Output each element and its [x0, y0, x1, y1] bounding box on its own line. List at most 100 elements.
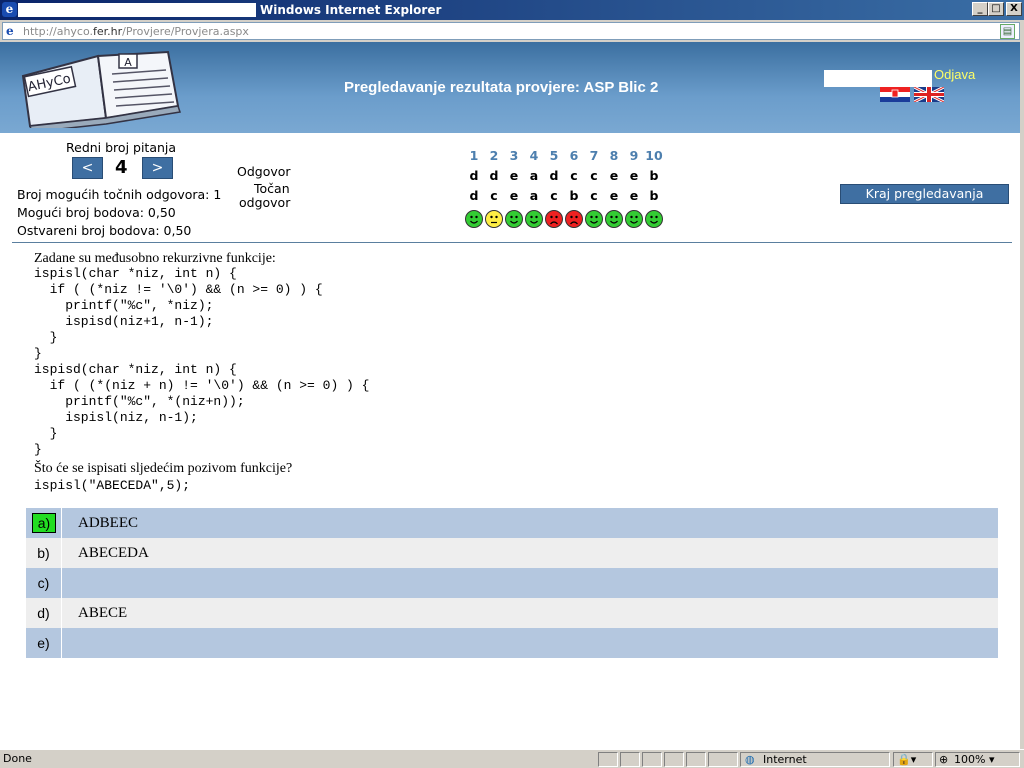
correct-smiley-icon: [605, 210, 623, 228]
answer-option: a) ADBEEC: [26, 508, 998, 538]
question-intro: Zadane su međusobno rekurzivne funkcije:: [34, 251, 276, 266]
answer-option: d) ABECE: [26, 598, 998, 628]
zoom-control[interactable]: ⊕ 100% ▾: [935, 752, 1020, 767]
result-number[interactable]: 7: [584, 148, 604, 163]
correct-smiley-icon: [585, 210, 603, 228]
correct-answer: e: [509, 188, 519, 203]
book-logo-icon: A AHyCo: [21, 50, 181, 128]
correct-row-label-1: Točan: [254, 181, 290, 196]
code-line: printf("%c", *niz);: [34, 298, 214, 313]
wrong-smiley-icon: [565, 210, 583, 228]
answer-option: c): [26, 568, 998, 598]
function-call: ispisl("ABECEDA",5);: [34, 478, 191, 493]
divider: [12, 242, 1012, 243]
given-answer: d: [469, 168, 479, 183]
end-review-button[interactable]: Kraj pregledavanja: [840, 184, 1009, 204]
question-body: Zadane su međusobno rekurzivne funkcije:…: [34, 250, 369, 494]
window-title: Windows Internet Explorer: [260, 3, 442, 17]
result-number[interactable]: 10: [644, 148, 664, 163]
correct-answer: c: [590, 188, 598, 203]
answer-letter: b): [26, 538, 62, 568]
correct-row-label-2: odgovor: [239, 195, 291, 210]
compat-view-icon[interactable]: ▤: [1000, 24, 1015, 39]
correct-answer: b: [649, 188, 659, 203]
url-text: http://ahyco.fer.hr/Provjere/Provjera.as…: [23, 25, 249, 38]
result-number[interactable]: 1: [464, 148, 484, 163]
status-pane: [708, 752, 738, 767]
correct-smiley-icon: [525, 210, 543, 228]
code-line: }: [34, 330, 58, 345]
code-line: ispisl(niz, n-1);: [34, 410, 198, 425]
current-question-number: 4: [115, 157, 128, 178]
code-line: printf("%c", *(niz+n));: [34, 394, 245, 409]
correct-smiley-icon: [645, 210, 663, 228]
correct-answer: c: [550, 188, 558, 203]
code-line: if ( (*niz != '\0') && (n >= 0) ) {: [34, 282, 323, 297]
answer-text: ABECE: [78, 605, 128, 621]
close-button[interactable]: X: [1006, 2, 1022, 16]
possible-correct-answers: Broj mogućih točnih odgovora: 1: [17, 187, 222, 202]
result-number[interactable]: 2: [484, 148, 504, 163]
uk-flag-icon[interactable]: [914, 87, 944, 102]
question-prompt: Što će se ispisati sljedećim pozivom fun…: [34, 461, 293, 476]
code-line: }: [34, 346, 42, 361]
result-number[interactable]: 3: [504, 148, 524, 163]
answer-text: ABECEDA: [78, 545, 149, 561]
correct-smiley-icon: [505, 210, 523, 228]
given-answer: e: [609, 168, 619, 183]
answer-text: ADBEEC: [78, 515, 138, 531]
page-title: Pregledavanje rezultata provjere: ASP Bl…: [344, 79, 659, 96]
given-answer: c: [570, 168, 578, 183]
selected-answer-marker: a): [32, 513, 56, 533]
question-number-label: Redni broj pitanja: [66, 140, 177, 155]
minimize-button[interactable]: _: [972, 2, 988, 16]
result-number[interactable]: 9: [624, 148, 644, 163]
correct-answer: c: [490, 188, 498, 203]
code-line: }: [34, 426, 58, 441]
security-zone[interactable]: ◍ Internet: [740, 752, 890, 767]
partial-smiley-icon: [485, 210, 503, 228]
result-number[interactable]: 5: [544, 148, 564, 163]
answer-letter: e): [26, 628, 62, 658]
answer-option: e): [26, 628, 998, 658]
result-number[interactable]: 4: [524, 148, 544, 163]
maximize-button[interactable]: □: [988, 2, 1004, 16]
answer-row-label: Odgovor: [237, 164, 291, 179]
redacted-username: [824, 70, 932, 87]
redacted-title: [18, 3, 256, 17]
page-icon: e: [6, 24, 14, 38]
status-pane: [664, 752, 684, 767]
correct-smiley-icon: [625, 210, 643, 228]
prev-question-button[interactable]: <: [72, 157, 103, 179]
code-line: ispisd(niz+1, n-1);: [34, 314, 214, 329]
next-question-button[interactable]: >: [142, 157, 173, 179]
url-field[interactable]: e http://ahyco.fer.hr/Provjere/Provjera.…: [2, 22, 1020, 40]
given-answer: e: [509, 168, 519, 183]
zoom-icon: ⊕: [939, 753, 949, 766]
status-text: Done: [3, 752, 32, 765]
result-number[interactable]: 8: [604, 148, 624, 163]
answer-list: a) ADBEEC b) ABECEDA c) d) ABECE e): [26, 508, 998, 658]
croatian-flag-icon[interactable]: [880, 87, 910, 102]
correct-answer: d: [469, 188, 479, 203]
status-pane: [686, 752, 706, 767]
given-answer: d: [549, 168, 559, 183]
answer-option: b) ABECEDA: [26, 538, 998, 568]
possible-points: Mogući broj bodova: 0,50: [17, 205, 176, 220]
code-line: ispisl(char *niz, int n) {: [34, 266, 237, 281]
status-pane: [598, 752, 618, 767]
status-pane: [642, 752, 662, 767]
protected-mode-icon[interactable]: 🔒▾: [893, 752, 933, 767]
code-line: }: [34, 442, 42, 457]
ie-icon: e: [2, 2, 17, 17]
svg-text:A: A: [124, 56, 132, 69]
code-line: if ( (*(niz + n) != '\0') && (n >= 0) ) …: [34, 378, 370, 393]
logout-link[interactable]: Odjava: [934, 67, 975, 82]
given-answer: b: [649, 168, 659, 183]
correct-answer: a: [529, 188, 539, 203]
page-header: A AHyCo Pregledavanje rezultata provjere…: [0, 42, 1024, 133]
title-bar: e Windows Internet Explorer _ □ X: [0, 0, 1024, 20]
status-pane: [620, 752, 640, 767]
correct-answer: e: [629, 188, 639, 203]
result-number[interactable]: 6: [564, 148, 584, 163]
